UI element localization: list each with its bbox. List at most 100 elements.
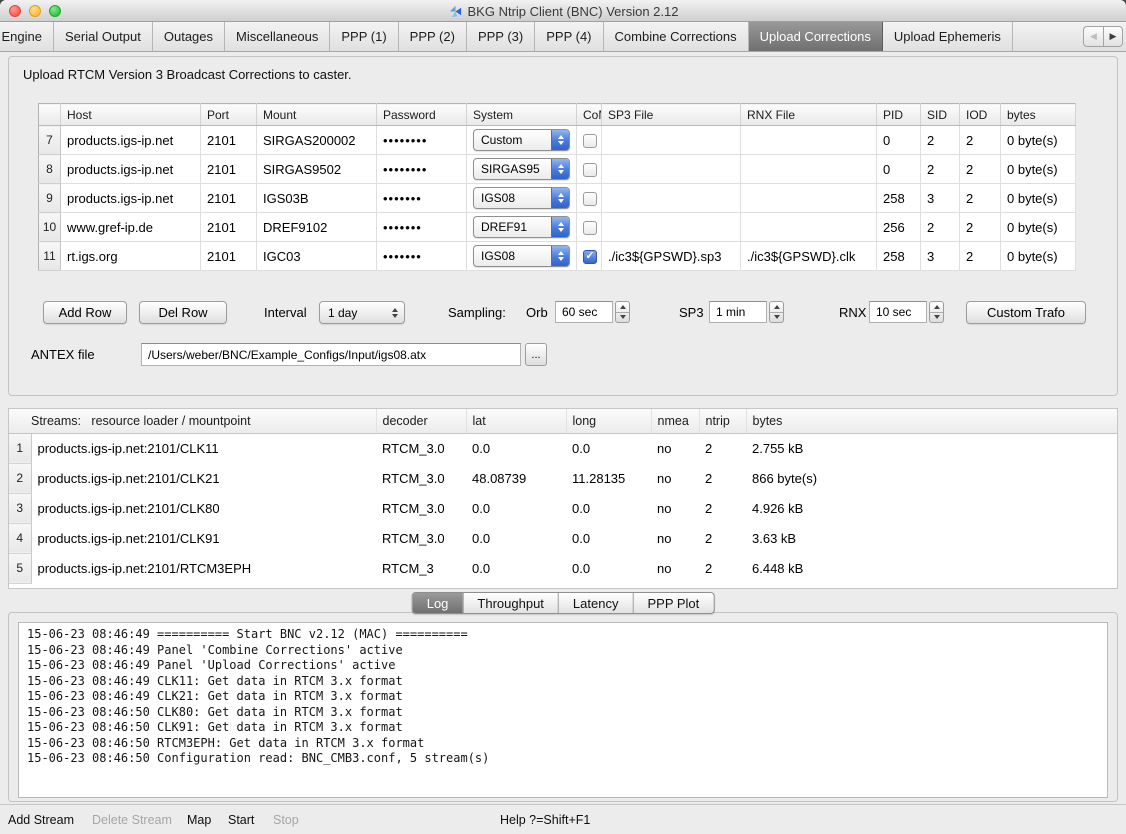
system-select[interactable]: DREF91 — [473, 216, 570, 238]
sp3-file-cell[interactable] — [602, 184, 741, 213]
sid-cell[interactable]: 2 — [921, 155, 960, 184]
host-cell[interactable]: products.igs-ip.net — [61, 184, 201, 213]
host-cell[interactable]: products.igs-ip.net — [61, 126, 201, 155]
system-select[interactable]: IGS08 — [473, 245, 570, 267]
stepper-up-icon[interactable] — [616, 302, 629, 313]
tab-combine-corrections[interactable]: Combine Corrections — [604, 22, 749, 51]
host-cell[interactable]: www.gref-ip.de — [61, 213, 201, 242]
pid-cell[interactable]: 258 — [877, 242, 921, 271]
stream-row[interactable]: 5products.igs-ip.net:2101/RTCM3EPHRTCM_3… — [9, 553, 1117, 583]
port-cell[interactable]: 2101 — [201, 242, 257, 271]
sp3-stepper[interactable] — [769, 301, 784, 323]
rnx-sampling-value[interactable]: 10 sec — [869, 301, 927, 323]
bottom-tab-latency[interactable]: Latency — [559, 593, 634, 613]
sp3-file-cell[interactable] — [602, 126, 741, 155]
mount-cell[interactable]: SIRGAS200002 — [257, 126, 377, 155]
bottom-tab-log[interactable]: Log — [413, 593, 464, 613]
com-checkbox[interactable]: ✓ — [583, 250, 597, 264]
bottom-tab-throughput[interactable]: Throughput — [463, 593, 559, 613]
del-row-button[interactable]: Del Row — [139, 301, 227, 324]
system-select[interactable]: IGS08 — [473, 187, 570, 209]
rnx-stepper[interactable] — [929, 301, 944, 323]
pid-cell[interactable]: 0 — [877, 155, 921, 184]
iod-cell[interactable]: 2 — [960, 184, 1001, 213]
orb-sampling-value[interactable]: 60 sec — [555, 301, 613, 323]
host-cell[interactable]: products.igs-ip.net — [61, 155, 201, 184]
status-action-add-stream[interactable]: Add Stream — [8, 813, 74, 827]
com-checkbox[interactable] — [583, 192, 597, 206]
stepper-up-icon[interactable] — [770, 302, 783, 313]
sp3-file-cell[interactable] — [602, 213, 741, 242]
pid-cell[interactable]: 0 — [877, 126, 921, 155]
mount-cell[interactable]: DREF9102 — [257, 213, 377, 242]
tab-upload-corrections[interactable]: Upload Corrections — [749, 22, 883, 51]
pid-cell[interactable]: 256 — [877, 213, 921, 242]
titlebar[interactable]: BKG Ntrip Client (BNC) Version 2.12 — [0, 0, 1126, 22]
ntrip-cell: 2 — [699, 433, 746, 463]
bottom-tab-ppp-plot[interactable]: PPP Plot — [633, 593, 713, 613]
password-cell[interactable]: •••••••• — [377, 126, 467, 155]
system-select[interactable]: Custom — [473, 129, 570, 151]
tab-ppp-4[interactable]: PPP (4) — [535, 22, 603, 51]
tab-outages[interactable]: Outages — [153, 22, 225, 51]
sp3-sampling-value[interactable]: 1 min — [709, 301, 767, 323]
tab-scroll-right-button[interactable]: ▶ — [1103, 26, 1123, 47]
com-checkbox[interactable] — [583, 221, 597, 235]
rnx-file-cell[interactable] — [741, 155, 877, 184]
password-cell[interactable]: ••••••• — [377, 184, 467, 213]
stepper-down-icon[interactable] — [930, 313, 943, 323]
status-action-map[interactable]: Map — [187, 813, 211, 827]
sid-cell[interactable]: 3 — [921, 184, 960, 213]
tab-upload-ephemeris[interactable]: Upload Ephemeris — [883, 22, 1013, 51]
password-cell[interactable]: ••••••• — [377, 242, 467, 271]
sp3-file-cell[interactable]: ./ic3${GPSWD}.sp3 — [602, 242, 741, 271]
rnx-file-cell[interactable] — [741, 126, 877, 155]
tab-serial-output[interactable]: Serial Output — [54, 22, 153, 51]
password-cell[interactable]: ••••••• — [377, 213, 467, 242]
pid-cell[interactable]: 258 — [877, 184, 921, 213]
antex-browse-button[interactable]: ... — [525, 343, 547, 366]
port-cell[interactable]: 2101 — [201, 126, 257, 155]
interval-select[interactable]: 1 day — [319, 301, 405, 324]
tab-ppp-2[interactable]: PPP (2) — [399, 22, 467, 51]
iod-cell[interactable]: 2 — [960, 126, 1001, 155]
rnx-file-cell[interactable]: ./ic3${GPSWD}.clk — [741, 242, 877, 271]
host-cell[interactable]: rt.igs.org — [61, 242, 201, 271]
stepper-down-icon[interactable] — [770, 313, 783, 323]
com-checkbox[interactable] — [583, 134, 597, 148]
sid-cell[interactable]: 2 — [921, 213, 960, 242]
add-row-button[interactable]: Add Row — [43, 301, 127, 324]
rnx-file-cell[interactable] — [741, 184, 877, 213]
mount-cell[interactable]: IGS03B — [257, 184, 377, 213]
stream-row[interactable]: 1products.igs-ip.net:2101/CLK11RTCM_3.00… — [9, 433, 1117, 463]
mount-cell[interactable]: SIRGAS9502 — [257, 155, 377, 184]
stream-row[interactable]: 3products.igs-ip.net:2101/CLK80RTCM_3.00… — [9, 493, 1117, 523]
iod-cell[interactable]: 2 — [960, 213, 1001, 242]
stream-row[interactable]: 4products.igs-ip.net:2101/CLK91RTCM_3.00… — [9, 523, 1117, 553]
sid-cell[interactable]: 3 — [921, 242, 960, 271]
tab-miscellaneous[interactable]: Miscellaneous — [225, 22, 330, 51]
system-select[interactable]: SIRGAS95 — [473, 158, 570, 180]
stepper-up-icon[interactable] — [930, 302, 943, 313]
mount-cell[interactable]: IGC03 — [257, 242, 377, 271]
orb-stepper[interactable] — [615, 301, 630, 323]
password-cell[interactable]: •••••••• — [377, 155, 467, 184]
tab-ppp-3[interactable]: PPP (3) — [467, 22, 535, 51]
sid-cell[interactable]: 2 — [921, 126, 960, 155]
port-cell[interactable]: 2101 — [201, 184, 257, 213]
mountpoint-cell: products.igs-ip.net:2101/CLK11 — [31, 433, 376, 463]
tab-ppp-1[interactable]: PPP (1) — [330, 22, 398, 51]
tab-i-engine[interactable]: i Engine — [0, 22, 54, 51]
port-cell[interactable]: 2101 — [201, 155, 257, 184]
status-action-start[interactable]: Start — [228, 813, 254, 827]
sp3-file-cell[interactable] — [602, 155, 741, 184]
com-checkbox[interactable] — [583, 163, 597, 177]
stepper-down-icon[interactable] — [616, 313, 629, 323]
stream-row[interactable]: 2products.igs-ip.net:2101/CLK21RTCM_3.04… — [9, 463, 1117, 493]
iod-cell[interactable]: 2 — [960, 242, 1001, 271]
antex-file-input[interactable] — [141, 343, 521, 366]
iod-cell[interactable]: 2 — [960, 155, 1001, 184]
custom-trafo-button[interactable]: Custom Trafo — [966, 301, 1086, 324]
port-cell[interactable]: 2101 — [201, 213, 257, 242]
rnx-file-cell[interactable] — [741, 213, 877, 242]
